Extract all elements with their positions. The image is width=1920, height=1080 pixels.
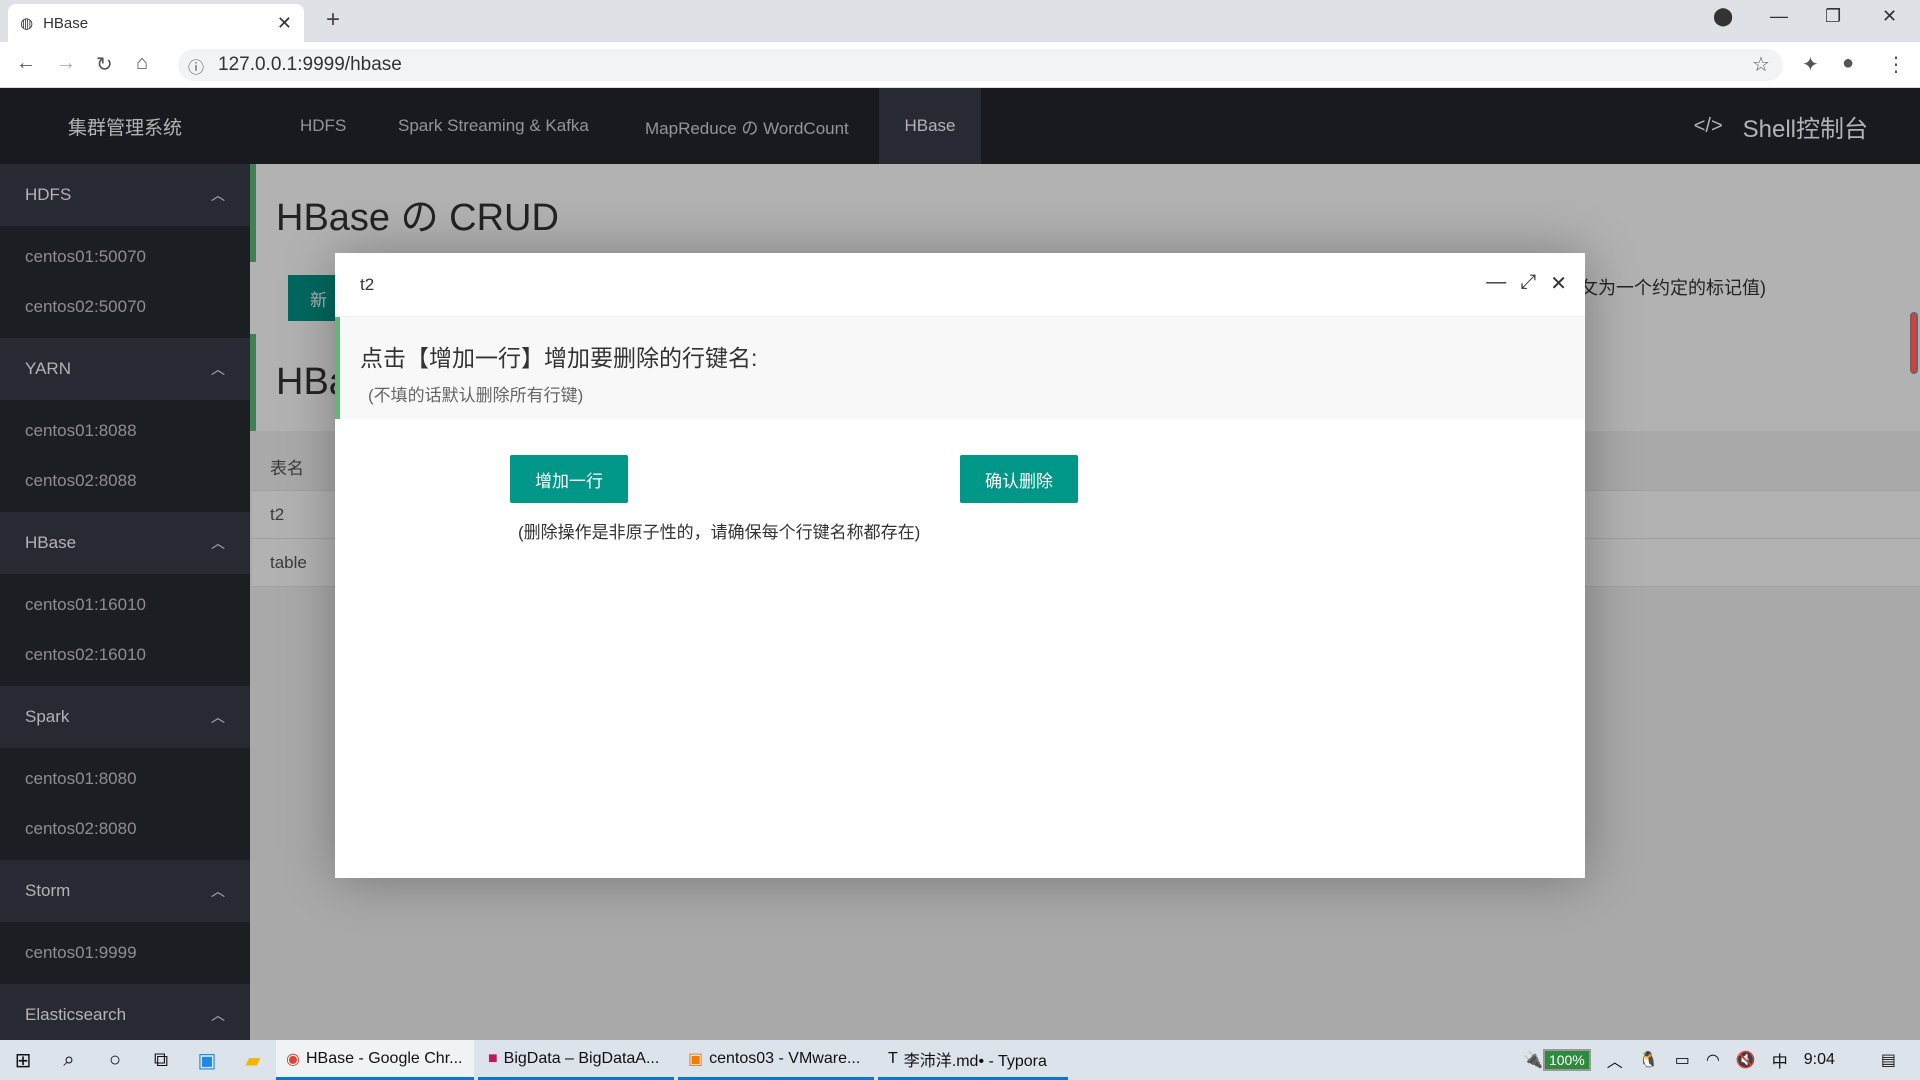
taskbar-label: BigData – BigDataA... — [503, 1049, 660, 1067]
close-icon[interactable]: ✕ — [1550, 271, 1567, 296]
taskbar-label: 李沛洋.md• - Typora — [903, 1052, 1047, 1070]
taskbar-chrome[interactable]: ◉ HBase - Google Chr... — [276, 1040, 474, 1080]
close-window-button[interactable]: ✕ — [1882, 6, 1897, 27]
intellij-icon: ■ — [488, 1049, 498, 1067]
taskbar-vmware[interactable]: ▣ centos03 - VMware... — [678, 1040, 874, 1080]
clock[interactable]: 9:04 — [1804, 1051, 1835, 1069]
control-panel-icon[interactable]: ▣ — [184, 1048, 230, 1073]
cortana-icon[interactable]: ○ — [92, 1049, 138, 1072]
minimize-window-button[interactable]: — — [1770, 6, 1788, 27]
windows-start-icon[interactable]: ⊞ — [0, 1048, 46, 1073]
tab-title: HBase — [43, 14, 89, 32]
chrome-icon: ◉ — [286, 1050, 300, 1068]
home-icon[interactable]: ⌂ — [136, 52, 148, 75]
tab-search-icon[interactable]: ⬤ — [1713, 6, 1733, 27]
instruction-block: 点击【增加一行】增加要删除的行键名: (不填的话默认删除所有行键) — [335, 317, 1585, 419]
wifi-icon[interactable]: ◠ — [1706, 1050, 1720, 1070]
qq-icon[interactable]: 🐧 — [1639, 1050, 1659, 1070]
confirm-delete-button[interactable]: 确认删除 — [960, 455, 1078, 503]
taskbar-label: HBase - Google Chr... — [305, 1049, 463, 1067]
volume-muted-icon[interactable]: 🔇 — [1736, 1050, 1756, 1070]
typora-icon: T — [888, 1049, 898, 1067]
globe-icon: ◍ — [20, 15, 34, 32]
battery-plug-icon[interactable]: 🔌 100% — [1523, 1049, 1591, 1071]
close-tab-icon[interactable]: ✕ — [277, 13, 292, 34]
restore-window-button[interactable]: ❐ — [1825, 6, 1841, 27]
forward-icon[interactable]: → — [56, 52, 76, 75]
reload-icon[interactable]: ↻ — [96, 52, 113, 77]
menu-icon[interactable]: ⋮ — [1886, 52, 1906, 77]
taskbar: ⊞ ⌕ ○ ⧉ ▣ ▰ ◉ HBase - Google Chr... ■ BigD… — [0, 1040, 1920, 1080]
dialog-title: t2 — [360, 274, 375, 294]
back-icon[interactable]: ← — [16, 52, 36, 75]
maximize-icon[interactable]: ⤢ — [1520, 271, 1536, 296]
scrollbar[interactable] — [1910, 312, 1918, 374]
vmware-icon: ▣ — [688, 1050, 704, 1068]
atomicity-note: (删除操作是非原子性的，请确保每个行键名称都存在) — [518, 523, 921, 542]
show-hidden-icons[interactable]: ︿ — [1607, 1048, 1623, 1072]
bookmark-star-icon[interactable]: ☆ — [1752, 52, 1770, 77]
task-view-icon[interactable]: ⧉ — [138, 1049, 184, 1072]
extensions-icon[interactable]: ✦ — [1802, 52, 1819, 77]
instruction-text: 点击【增加一行】增加要删除的行键名: — [360, 345, 758, 371]
battery-level: 100% — [1542, 1049, 1591, 1071]
browser-tab[interactable]: ◍ HBase ✕ — [8, 4, 304, 42]
notifications-icon[interactable]: ▤ — [1881, 1050, 1896, 1070]
info-icon[interactable]: ⓘ — [188, 54, 204, 78]
taskbar-label: centos03 - VMware... — [709, 1049, 861, 1067]
file-explorer-icon[interactable]: ▰ — [230, 1048, 276, 1073]
delete-rows-dialog: t2 — ⤢ ✕ 点击【增加一行】增加要删除的行键名: (不填的话默认删除所有行键)… — [335, 253, 1585, 878]
battery-icon[interactable]: ▭ — [1675, 1050, 1690, 1070]
search-icon[interactable]: ⌕ — [46, 1049, 92, 1072]
minimize-icon[interactable]: — — [1486, 271, 1506, 296]
ime-indicator[interactable]: 中 — [1772, 1048, 1788, 1072]
add-row-button[interactable]: 增加一行 — [510, 455, 628, 503]
url-text: 127.0.0.1:9999/hbase — [218, 54, 402, 75]
new-tab-button[interactable]: + — [326, 6, 340, 34]
url-bar[interactable]: 127.0.0.1:9999/hbase — [178, 49, 1783, 81]
profile-icon[interactable]: ● — [1842, 52, 1854, 75]
instruction-subtext: (不填的话默认删除所有行键) — [368, 386, 584, 405]
taskbar-intellij[interactable]: ■ BigData – BigDataA... — [478, 1040, 674, 1080]
taskbar-typora[interactable]: T 李沛洋.md• - Typora — [878, 1040, 1068, 1080]
